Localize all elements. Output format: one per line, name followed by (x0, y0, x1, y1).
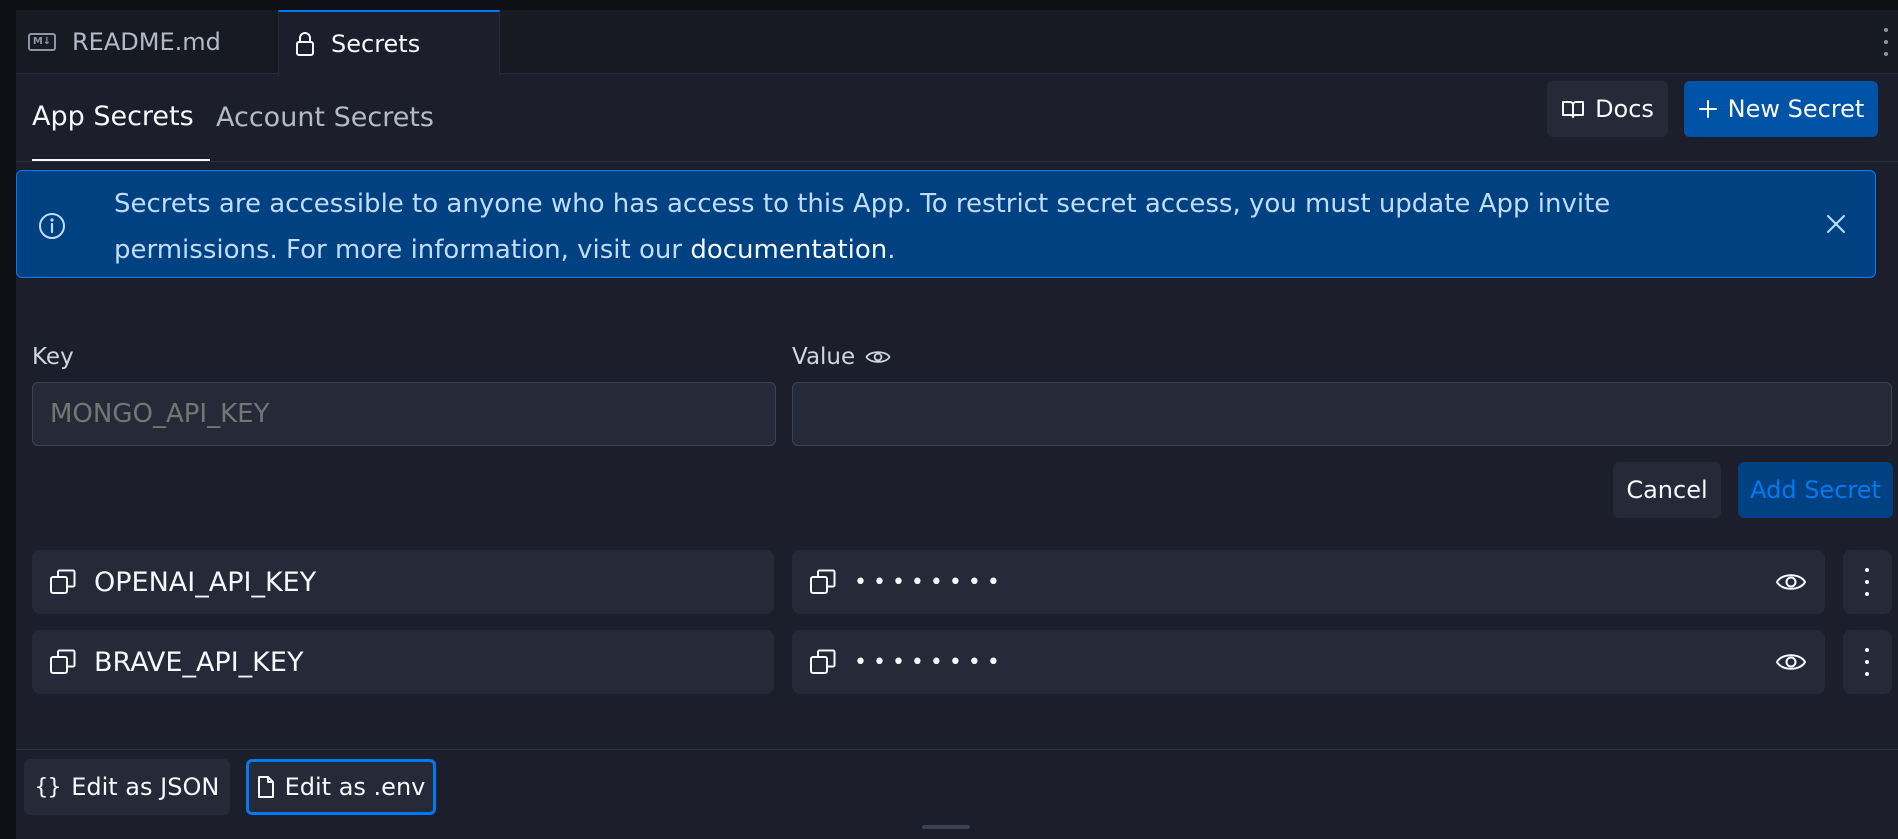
copy-icon[interactable] (808, 647, 838, 677)
more-vertical-icon (1864, 648, 1870, 676)
copy-icon[interactable] (48, 567, 78, 597)
secret-value-row: •••••••• (792, 630, 1825, 694)
banner-suffix: . (887, 235, 896, 265)
tab-secrets[interactable]: Secrets (278, 10, 500, 76)
book-icon (1561, 99, 1585, 119)
key-input[interactable] (32, 382, 776, 446)
new-secret-label: New Secret (1727, 95, 1865, 123)
tab-account-secrets[interactable]: Account Secrets (216, 73, 434, 161)
secret-masked-value: •••••••• (854, 649, 1006, 675)
edit-as-json-label: Edit as JSON (71, 773, 220, 801)
markdown-icon: M↓ (28, 32, 56, 51)
tab-secrets-label: Secrets (331, 30, 421, 58)
secret-masked-value: •••••••• (854, 569, 1006, 595)
new-secret-button[interactable]: New Secret (1684, 81, 1878, 137)
secret-key-name: BRAVE_API_KEY (94, 646, 304, 678)
cancel-button[interactable]: Cancel (1613, 462, 1721, 518)
secret-more-button[interactable] (1843, 630, 1892, 694)
eye-icon[interactable] (1775, 568, 1807, 602)
file-tab-strip: M↓ README.md Secrets (16, 10, 1898, 76)
close-icon[interactable] (1825, 213, 1847, 239)
docs-label: Docs (1595, 95, 1654, 123)
resize-handle[interactable] (922, 825, 970, 829)
secret-key-name: OPENAI_API_KEY (94, 566, 317, 598)
add-secret-button[interactable]: Add Secret (1738, 462, 1893, 518)
secret-key-row: BRAVE_API_KEY (32, 630, 774, 694)
braces-icon: {} (34, 774, 62, 800)
more-vertical-icon (1864, 568, 1870, 596)
tab-options-icon[interactable] (1882, 28, 1890, 56)
documentation-link[interactable]: documentation (690, 235, 887, 265)
value-label: Value (792, 344, 856, 370)
lock-icon (295, 31, 315, 57)
secret-value-row: •••••••• (792, 550, 1825, 614)
copy-icon[interactable] (808, 567, 838, 597)
docs-button[interactable]: Docs (1547, 81, 1668, 137)
tab-readme[interactable]: M↓ README.md (28, 10, 290, 73)
value-label-group: Value (792, 342, 891, 372)
value-input[interactable] (792, 382, 1892, 446)
info-banner: Secrets are accessible to anyone who has… (16, 170, 1876, 278)
eye-icon[interactable] (865, 348, 891, 366)
tab-readme-label: README.md (72, 27, 221, 56)
tab-app-secrets[interactable]: App Secrets (32, 73, 210, 161)
key-label: Key (32, 344, 74, 370)
edit-as-env-button[interactable]: Edit as .env (246, 759, 436, 815)
eye-icon[interactable] (1775, 648, 1807, 682)
file-icon (257, 775, 275, 799)
edit-as-env-label: Edit as .env (284, 773, 426, 801)
secret-key-row: OPENAI_API_KEY (32, 550, 774, 614)
banner-message: Secrets are accessible to anyone who has… (114, 181, 1754, 273)
info-icon (37, 211, 67, 245)
plus-icon (1698, 99, 1718, 119)
copy-icon[interactable] (48, 647, 78, 677)
secret-more-button[interactable] (1843, 550, 1892, 614)
edit-as-json-button[interactable]: {} Edit as JSON (24, 759, 230, 815)
